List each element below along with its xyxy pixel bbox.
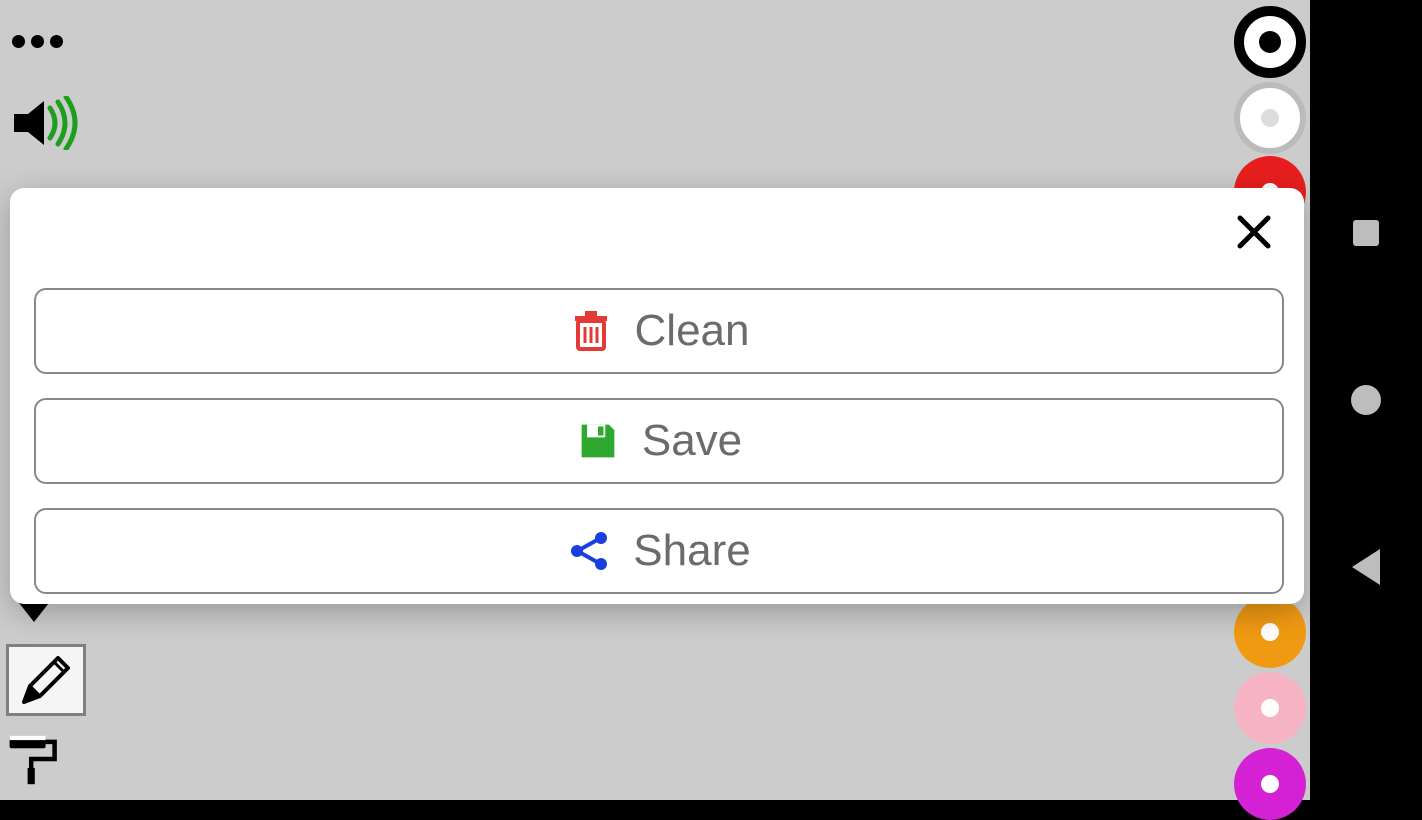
home-button[interactable] — [1348, 382, 1384, 418]
close-icon — [1234, 212, 1274, 252]
color-swatch-orange[interactable] — [1234, 596, 1306, 668]
paint-roller-icon — [6, 732, 60, 786]
recent-apps-button[interactable] — [1348, 215, 1384, 251]
share-label: Share — [633, 526, 750, 576]
android-nav-bar — [1310, 0, 1422, 800]
back-triangle-icon — [1352, 549, 1380, 585]
sound-toggle-button[interactable] — [10, 96, 80, 150]
save-floppy-icon — [576, 419, 620, 463]
swatch-center-icon — [1261, 775, 1279, 793]
pencil-tool-button[interactable] — [6, 644, 86, 716]
paint-roller-tool-button[interactable] — [6, 732, 76, 802]
clean-label: Clean — [635, 306, 750, 356]
color-swatch-pink[interactable] — [1234, 672, 1306, 744]
share-button[interactable]: Share — [34, 508, 1284, 594]
share-icon — [567, 529, 611, 573]
square-icon — [1353, 220, 1379, 246]
sound-on-icon — [10, 96, 80, 150]
save-button[interactable]: Save — [34, 398, 1284, 484]
circle-icon — [1351, 385, 1381, 415]
close-dialog-button[interactable] — [1226, 204, 1282, 260]
swatch-center-icon — [1261, 699, 1279, 717]
dialog-button-list: Clean Save — [34, 288, 1280, 594]
color-swatch-black[interactable] — [1234, 6, 1306, 78]
color-swatch-magenta[interactable] — [1234, 748, 1306, 820]
dot-icon — [12, 35, 25, 48]
back-button[interactable] — [1348, 549, 1384, 585]
swatch-center-icon — [1261, 109, 1279, 127]
drawing-canvas-area: Clean Save — [0, 0, 1310, 800]
swatch-center-icon — [1259, 31, 1281, 53]
pencil-icon — [16, 650, 76, 710]
dot-icon — [50, 35, 63, 48]
swatch-center-icon — [1261, 623, 1279, 641]
more-options-button[interactable] — [12, 26, 72, 56]
clean-button[interactable]: Clean — [34, 288, 1284, 374]
dot-icon — [31, 35, 44, 48]
color-swatch-white[interactable] — [1234, 82, 1306, 154]
canvas-actions-dialog: Clean Save — [10, 188, 1304, 604]
trash-icon — [569, 309, 613, 353]
save-label: Save — [642, 416, 742, 466]
